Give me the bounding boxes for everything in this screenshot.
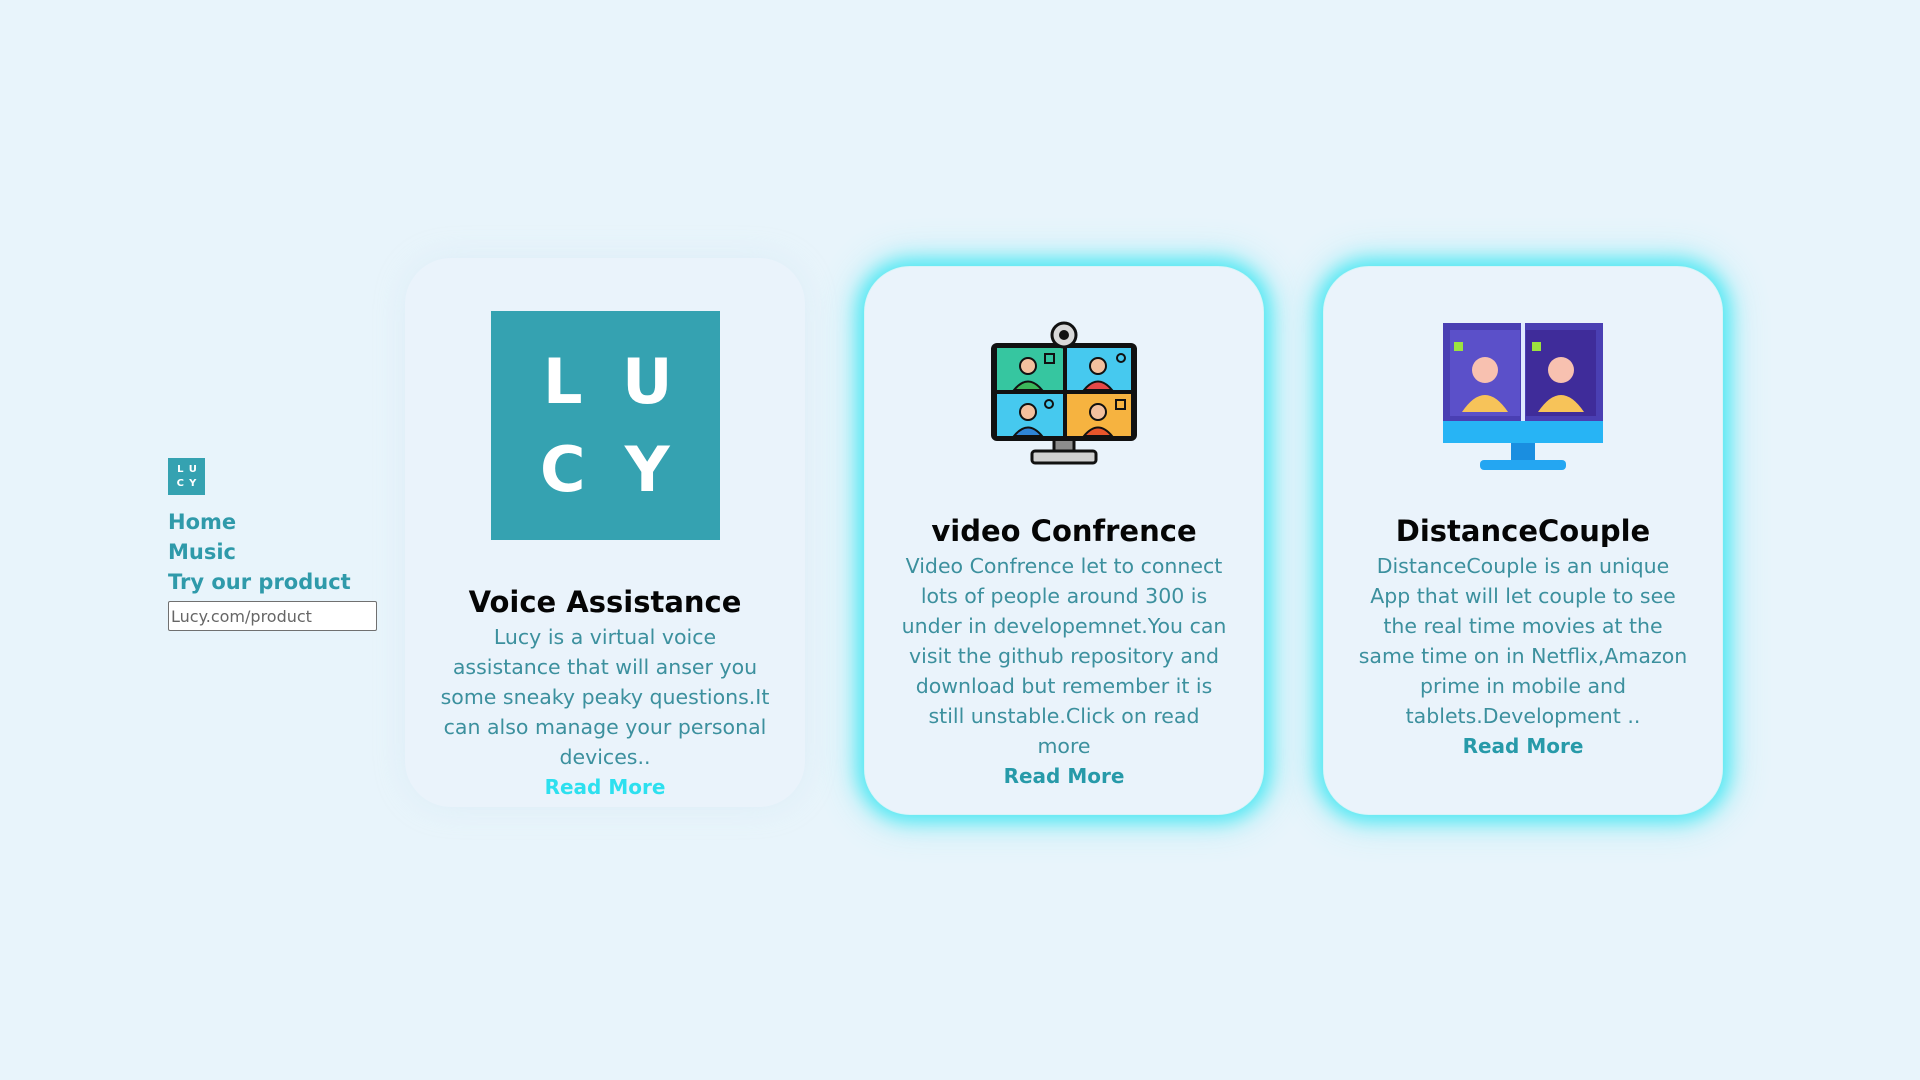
logo-letter: Y xyxy=(624,433,670,507)
lucy-logo-large: L U C Y xyxy=(490,311,720,540)
logo-letter: L xyxy=(177,464,184,476)
nav-try-product-link[interactable]: Try our product xyxy=(168,567,378,597)
logo-letter: U xyxy=(188,464,197,476)
logo-letter: L xyxy=(542,344,583,418)
read-more-link[interactable]: Read More xyxy=(1004,761,1125,791)
card-description: Video Confrence let to connect lots of p… xyxy=(901,554,1227,758)
card-description: Lucy is a virtual voice assistance that … xyxy=(440,625,770,769)
sidebar: L U C Y Home Music Try our product xyxy=(168,458,378,631)
logo-letter: C xyxy=(539,433,586,507)
nav-home-link[interactable]: Home xyxy=(168,507,378,537)
read-more-link[interactable]: Read More xyxy=(1463,731,1584,761)
read-more-link[interactable]: Read More xyxy=(545,772,666,802)
lucy-logo-small[interactable]: L U C Y xyxy=(168,458,205,495)
card-title: video Confrence xyxy=(931,514,1197,548)
distance-couple-icon xyxy=(1443,323,1603,470)
card-distance-couple: DistanceCouple DistanceCouple is an uniq… xyxy=(1323,266,1723,815)
logo-letter: Y xyxy=(189,477,197,489)
card-title: Voice Assistance xyxy=(468,585,742,619)
nav-music-link[interactable]: Music xyxy=(168,537,378,567)
card-video-conference: video Confrence Video Confrence let to c… xyxy=(864,266,1264,815)
card-voice-assistance: L U C Y Voice Assistance Lucy is a virtu… xyxy=(405,258,805,807)
logo-letter: C xyxy=(176,477,184,489)
video-conference-icon xyxy=(991,321,1137,465)
card-description: DistanceCouple is an unique App that wil… xyxy=(1358,554,1688,728)
product-url-input[interactable] xyxy=(168,601,377,631)
logo-letter: U xyxy=(622,344,673,418)
card-title: DistanceCouple xyxy=(1395,514,1651,548)
